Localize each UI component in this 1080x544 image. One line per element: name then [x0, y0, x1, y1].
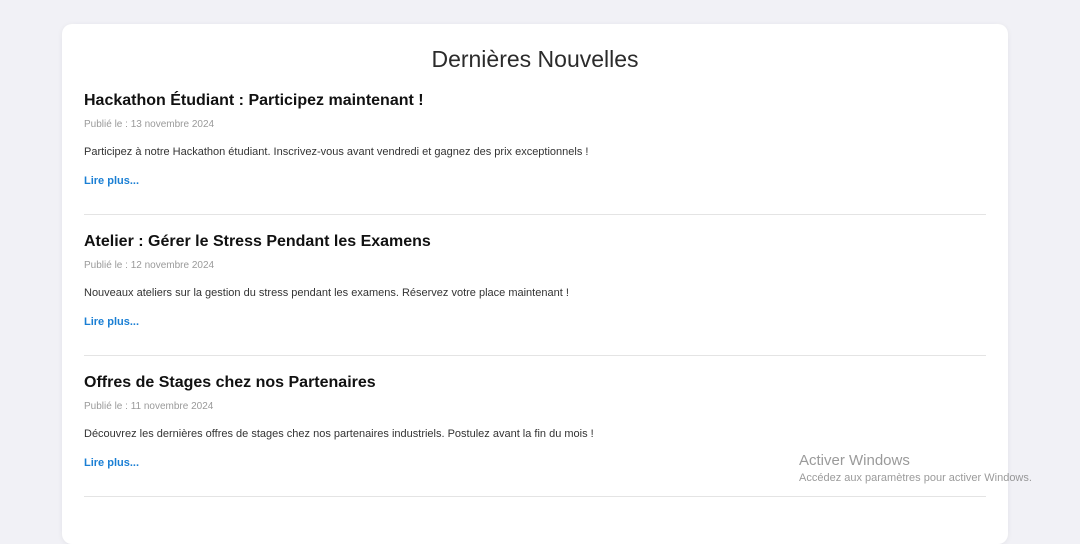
- article-date: Publié le : 13 novembre 2024: [84, 119, 215, 130]
- windows-activation-watermark: Activer Windows Accédez aux paramètres p…: [799, 451, 1032, 486]
- news-article: Hackathon Étudiant : Participez maintena…: [84, 91, 986, 215]
- article-date: Publié le : 11 novembre 2024: [84, 401, 214, 412]
- read-more-link[interactable]: Lire plus...: [84, 175, 139, 187]
- read-more-link[interactable]: Lire plus...: [84, 316, 139, 328]
- article-summary: Participez à notre Hackathon étudiant. I…: [84, 146, 589, 158]
- watermark-subtitle: Accédez aux paramètres pour activer Wind…: [799, 472, 1032, 484]
- read-more-link[interactable]: Lire plus...: [84, 457, 139, 469]
- watermark-title: Activer Windows: [799, 452, 910, 469]
- article-divider: [84, 355, 986, 356]
- article-headline: Hackathon Étudiant : Participez maintena…: [84, 92, 424, 109]
- news-article: Atelier : Gérer le Stress Pendant les Ex…: [84, 232, 986, 356]
- article-divider: [84, 496, 986, 497]
- article-headline: Offres de Stages chez nos Partenaires: [84, 374, 376, 391]
- article-summary: Nouveaux ateliers sur la gestion du stre…: [84, 287, 569, 299]
- news-article: Offres de Stages chez nos Partenaires Pu…: [84, 373, 986, 497]
- article-headline: Atelier : Gérer le Stress Pendant les Ex…: [84, 233, 431, 250]
- article-summary: Découvrez les dernières offres de stages…: [84, 428, 594, 440]
- article-divider: [84, 214, 986, 215]
- article-date: Publié le : 12 novembre 2024: [84, 260, 215, 271]
- page-title: Dernières Nouvelles: [431, 46, 639, 72]
